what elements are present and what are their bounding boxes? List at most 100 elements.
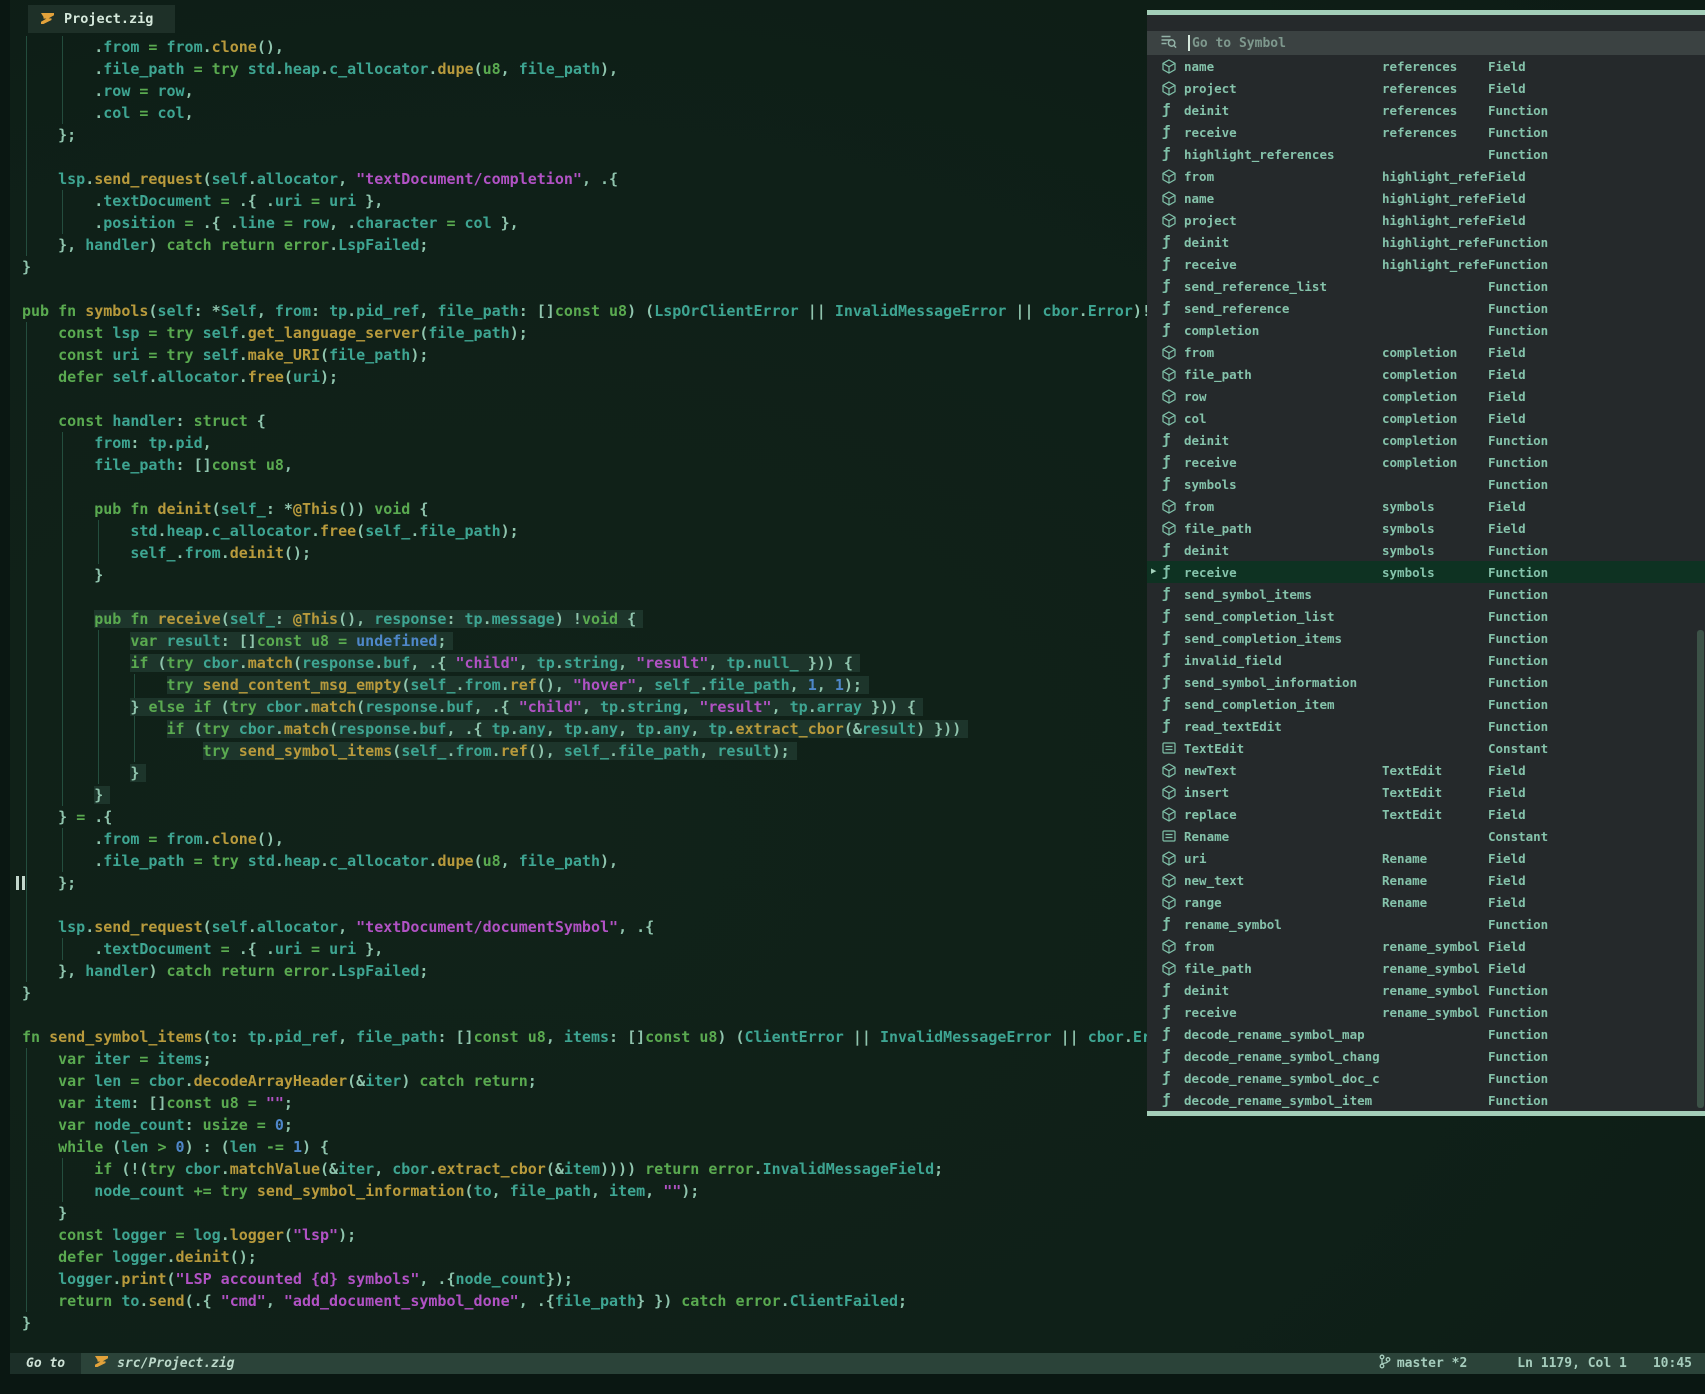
- symbol-list-item[interactable]: ▶ƒdeinithighlight_refeFunction: [1147, 231, 1705, 253]
- symbol-kind: Function: [1488, 609, 1548, 624]
- symbol-name: uri: [1184, 851, 1382, 866]
- symbol-list-item[interactable]: ▶replaceTextEditField: [1147, 803, 1705, 825]
- symbol-list-item[interactable]: ▶newTextTextEditField: [1147, 759, 1705, 781]
- function-icon: ƒ: [1162, 916, 1184, 932]
- function-icon: ƒ: [1162, 102, 1184, 118]
- field-icon: [1162, 521, 1184, 536]
- symbol-list-item[interactable]: ▶insertTextEditField: [1147, 781, 1705, 803]
- symbol-name: file_path: [1184, 367, 1382, 382]
- symbol-list-item[interactable]: ▶ƒsend_symbol_informationFunction: [1147, 671, 1705, 693]
- symbol-list-item[interactable]: ▶ƒdecode_rename_symbol_itemFunction: [1147, 1089, 1705, 1111]
- symbol-kind: Function: [1488, 917, 1548, 932]
- symbol-list-item[interactable]: ▶ƒsend_reference_listFunction: [1147, 275, 1705, 297]
- symbol-list-item[interactable]: ▶ƒdecode_rename_symbol_doc_cFunction: [1147, 1067, 1705, 1089]
- symbol-list-item[interactable]: ▶file_pathsymbolsField: [1147, 517, 1705, 539]
- symbol-list-item[interactable]: ▶ƒsend_symbol_itemsFunction: [1147, 583, 1705, 605]
- symbol-list-item[interactable]: ▶ƒsend_completion_itemFunction: [1147, 693, 1705, 715]
- symbol-kind: Function: [1488, 455, 1548, 470]
- field-icon: [1162, 873, 1184, 888]
- symbol-container: completion: [1382, 345, 1488, 360]
- symbol-list-item[interactable]: ▶ƒhighlight_referencesFunction: [1147, 143, 1705, 165]
- symbol-kind: Function: [1488, 719, 1548, 734]
- code-line[interactable]: }: [0, 1312, 1705, 1334]
- function-icon: ƒ: [1162, 608, 1184, 624]
- scrollbar-thumb[interactable]: [1697, 630, 1704, 1108]
- code-line[interactable]: if (!(try cbor.matchValue(&iter, cbor.ex…: [0, 1158, 1705, 1180]
- symbol-list-item[interactable]: ▶ƒdecode_rename_symbol_changFunction: [1147, 1045, 1705, 1067]
- function-icon: ƒ: [1162, 696, 1184, 712]
- symbol-kind: Function: [1488, 1093, 1548, 1108]
- symbol-list-item[interactable]: ▶fromcompletionField: [1147, 341, 1705, 363]
- symbol-list-item[interactable]: ▶RenameConstant: [1147, 825, 1705, 847]
- symbol-list-item[interactable]: ▶ƒreceivecompletionFunction: [1147, 451, 1705, 473]
- go-to-symbol-panel: Go to Symbol ▶namereferencesField▶projec…: [1147, 10, 1705, 1116]
- symbol-kind: Field: [1488, 851, 1526, 866]
- symbol-list-item[interactable]: ▶namehighlight_refeField: [1147, 187, 1705, 209]
- code-line[interactable]: defer logger.deinit();: [0, 1246, 1705, 1268]
- code-line[interactable]: }: [0, 1202, 1705, 1224]
- symbol-container: TextEdit: [1382, 785, 1488, 800]
- symbol-list-item[interactable]: ▶ƒreceiverename_symbolFunction: [1147, 1001, 1705, 1023]
- symbol-name: deinit: [1184, 235, 1382, 250]
- symbol-list-item[interactable]: ▶fromhighlight_refeField: [1147, 165, 1705, 187]
- symbol-list-item[interactable]: ▶file_pathrename_symbolField: [1147, 957, 1705, 979]
- symbol-name: send_completion_list: [1184, 609, 1382, 624]
- code-line[interactable]: const logger = log.logger("lsp");: [0, 1224, 1705, 1246]
- symbol-list-item[interactable]: ▶projectreferencesField: [1147, 77, 1705, 99]
- symbol-list-item[interactable]: ▶ƒdeinitreferencesFunction: [1147, 99, 1705, 121]
- symbol-name: row: [1184, 389, 1382, 404]
- symbol-list-item[interactable]: ▶ƒrename_symbolFunction: [1147, 913, 1705, 935]
- symbol-name: decode_rename_symbol_doc_c: [1184, 1071, 1382, 1086]
- symbol-name: symbols: [1184, 477, 1382, 492]
- symbol-list-item[interactable]: ▶file_pathcompletionField: [1147, 363, 1705, 385]
- symbol-list-item[interactable]: ▶ƒreceivesymbolsFunction: [1147, 561, 1705, 583]
- symbol-list-item[interactable]: ▶ƒdeinitrename_symbolFunction: [1147, 979, 1705, 1001]
- function-icon: ƒ: [1162, 542, 1184, 558]
- git-branch[interactable]: master *2: [1379, 1354, 1467, 1373]
- cursor-position[interactable]: Ln 1179, Col 1: [1517, 1356, 1627, 1371]
- symbol-list-item[interactable]: ▶ƒreceivehighlight_refeFunction: [1147, 253, 1705, 275]
- symbol-list-item[interactable]: ▶ƒdeinitsymbolsFunction: [1147, 539, 1705, 561]
- symbol-list-item[interactable]: ▶TextEditConstant: [1147, 737, 1705, 759]
- symbol-list-item[interactable]: ▶colcompletionField: [1147, 407, 1705, 429]
- symbol-name: name: [1184, 59, 1382, 74]
- symbol-list-item[interactable]: ▶fromsymbolsField: [1147, 495, 1705, 517]
- file-path: src/Project.zig: [117, 1356, 234, 1371]
- symbol-name: send_symbol_information: [1184, 675, 1382, 690]
- symbol-list-item[interactable]: ▶rowcompletionField: [1147, 385, 1705, 407]
- constant-icon: [1162, 742, 1184, 754]
- symbol-search-input[interactable]: Go to Symbol: [1147, 31, 1705, 55]
- symbol-list-item[interactable]: ▶ƒcompletionFunction: [1147, 319, 1705, 341]
- symbol-list-item[interactable]: ▶ƒsend_completion_itemsFunction: [1147, 627, 1705, 649]
- symbol-kind: Field: [1488, 169, 1526, 184]
- symbol-list-item[interactable]: ▶ƒsymbolsFunction: [1147, 473, 1705, 495]
- symbol-list-item[interactable]: ▶fromrename_symbolField: [1147, 935, 1705, 957]
- file-path-segment[interactable]: src/Project.zig: [81, 1355, 247, 1372]
- symbol-list-item[interactable]: ▶ƒinvalid_fieldFunction: [1147, 649, 1705, 671]
- code-line[interactable]: while (len > 0) : (len -= 1) {: [0, 1136, 1705, 1158]
- symbol-list-item[interactable]: ▶namereferencesField: [1147, 55, 1705, 77]
- symbol-list-item[interactable]: ▶new_textRenameField: [1147, 869, 1705, 891]
- symbol-list-item[interactable]: ▶rangeRenameField: [1147, 891, 1705, 913]
- symbol-list-item[interactable]: ▶ƒreceivereferencesFunction: [1147, 121, 1705, 143]
- code-line[interactable]: return to.send(.{ "cmd", "add_document_s…: [0, 1290, 1705, 1312]
- symbol-name: from: [1184, 345, 1382, 360]
- symbol-list-item[interactable]: ▶ƒdecode_rename_symbol_mapFunction: [1147, 1023, 1705, 1045]
- symbol-kind: Function: [1488, 279, 1548, 294]
- symbol-list-item[interactable]: ▶uriRenameField: [1147, 847, 1705, 869]
- code-line[interactable]: node_count += try send_symbol_informatio…: [0, 1180, 1705, 1202]
- symbol-name: decode_rename_symbol_map: [1184, 1027, 1382, 1042]
- zig-icon: [94, 1355, 109, 1372]
- symbol-kind: Field: [1488, 389, 1526, 404]
- symbol-kind: Field: [1488, 81, 1526, 96]
- code-line[interactable]: var node_count: usize = 0;: [0, 1114, 1705, 1136]
- code-line[interactable]: logger.print("LSP accounted {d} symbols"…: [0, 1268, 1705, 1290]
- symbol-list-item[interactable]: ▶ƒsend_referenceFunction: [1147, 297, 1705, 319]
- symbol-list-item[interactable]: ▶ƒread_textEditFunction: [1147, 715, 1705, 737]
- field-icon: [1162, 785, 1184, 800]
- symbol-container: symbols: [1382, 565, 1488, 580]
- symbol-list-item[interactable]: ▶projecthighlight_refeField: [1147, 209, 1705, 231]
- tab-project-zig[interactable]: Project.zig: [28, 5, 175, 33]
- symbol-list-item[interactable]: ▶ƒdeinitcompletionFunction: [1147, 429, 1705, 451]
- symbol-list-item[interactable]: ▶ƒsend_completion_listFunction: [1147, 605, 1705, 627]
